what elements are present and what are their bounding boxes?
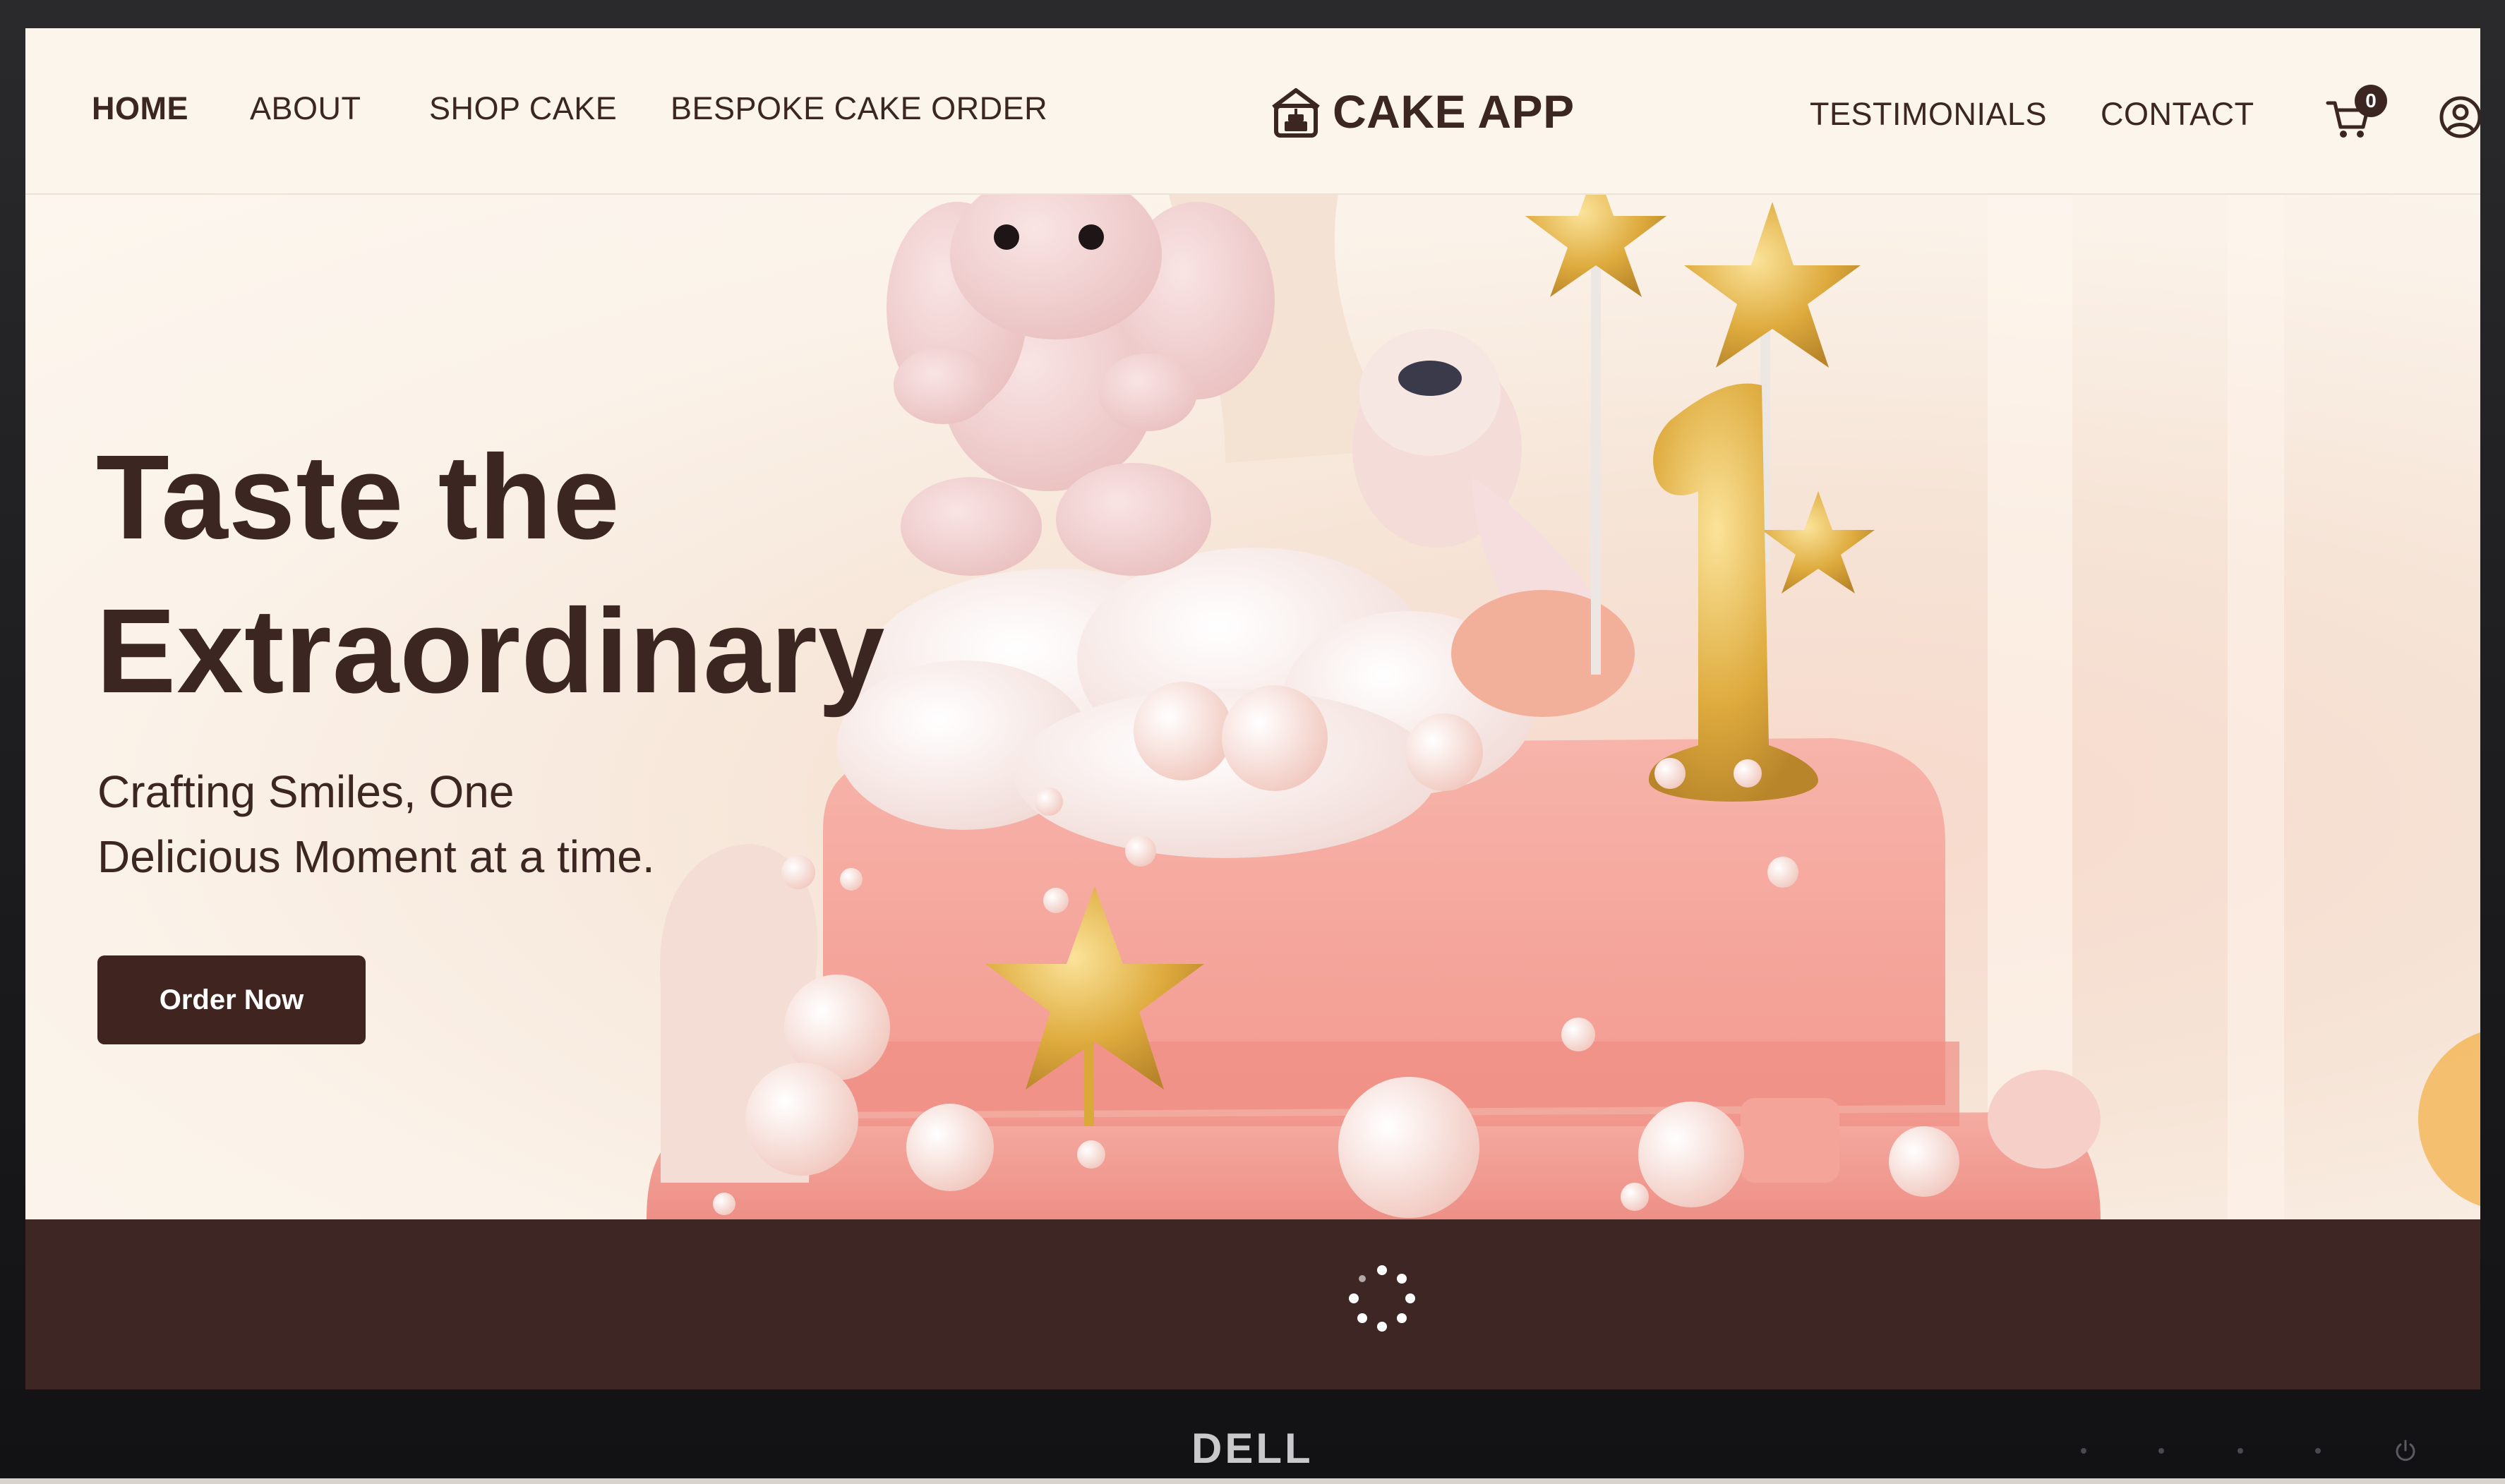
- hero-subtitle-line-1: Crafting Smiles, One: [97, 766, 515, 817]
- nav-bespoke-cake-order[interactable]: BESPOKE CAKE ORDER: [671, 90, 1047, 127]
- nav-about[interactable]: ABOUT: [250, 90, 361, 127]
- hero-subtitle: Crafting Smiles, One Delicious Moment at…: [97, 759, 839, 889]
- hero-title-line-1: Taste the: [96, 430, 620, 565]
- hero-title-line-2: Extraordinary: [96, 584, 886, 718]
- power-icon[interactable]: [2393, 1438, 2418, 1464]
- hero-section: Taste the Extraordinary Crafting Smiles,…: [25, 195, 2480, 1219]
- nav-home[interactable]: HOME: [92, 90, 188, 127]
- site-logo[interactable]: CAKE APP: [1268, 83, 1575, 140]
- top-navigation: HOME ABOUT SHOP CAKE BESPOKE CAKE ORDER …: [25, 28, 2480, 195]
- bezel-button[interactable]: [2081, 1448, 2086, 1454]
- logo-text: CAKE APP: [1333, 85, 1575, 138]
- bezel-button[interactable]: [2158, 1448, 2164, 1454]
- browser-screen: HOME ABOUT SHOP CAKE BESPOKE CAKE ORDER …: [25, 28, 2480, 1389]
- hero-title: Taste the Extraordinary: [96, 421, 1014, 728]
- loading-section: [25, 1219, 2480, 1389]
- loading-spinner-icon: [1349, 1265, 1415, 1332]
- cart-button[interactable]: 0: [2325, 85, 2389, 147]
- hero-subtitle-line-2: Delicious Moment at a time.: [97, 831, 655, 882]
- bezel-button[interactable]: [2237, 1448, 2243, 1454]
- monitor-brand-logo: DELL: [1191, 1425, 1314, 1472]
- nav-shop-cake[interactable]: SHOP CAKE: [429, 90, 617, 127]
- bezel-button[interactable]: [2315, 1448, 2321, 1454]
- user-circle-icon[interactable]: [2438, 95, 2480, 140]
- cart-count-badge: 0: [2355, 85, 2387, 117]
- nav-contact[interactable]: CONTACT: [2101, 96, 2254, 133]
- cake-shop-icon: [1272, 88, 1320, 138]
- order-now-button[interactable]: Order Now: [97, 955, 366, 1044]
- nav-testimonials[interactable]: TESTIMONIALS: [1810, 96, 2047, 133]
- monitor-frame: HOME ABOUT SHOP CAKE BESPOKE CAKE ORDER …: [0, 0, 2505, 1484]
